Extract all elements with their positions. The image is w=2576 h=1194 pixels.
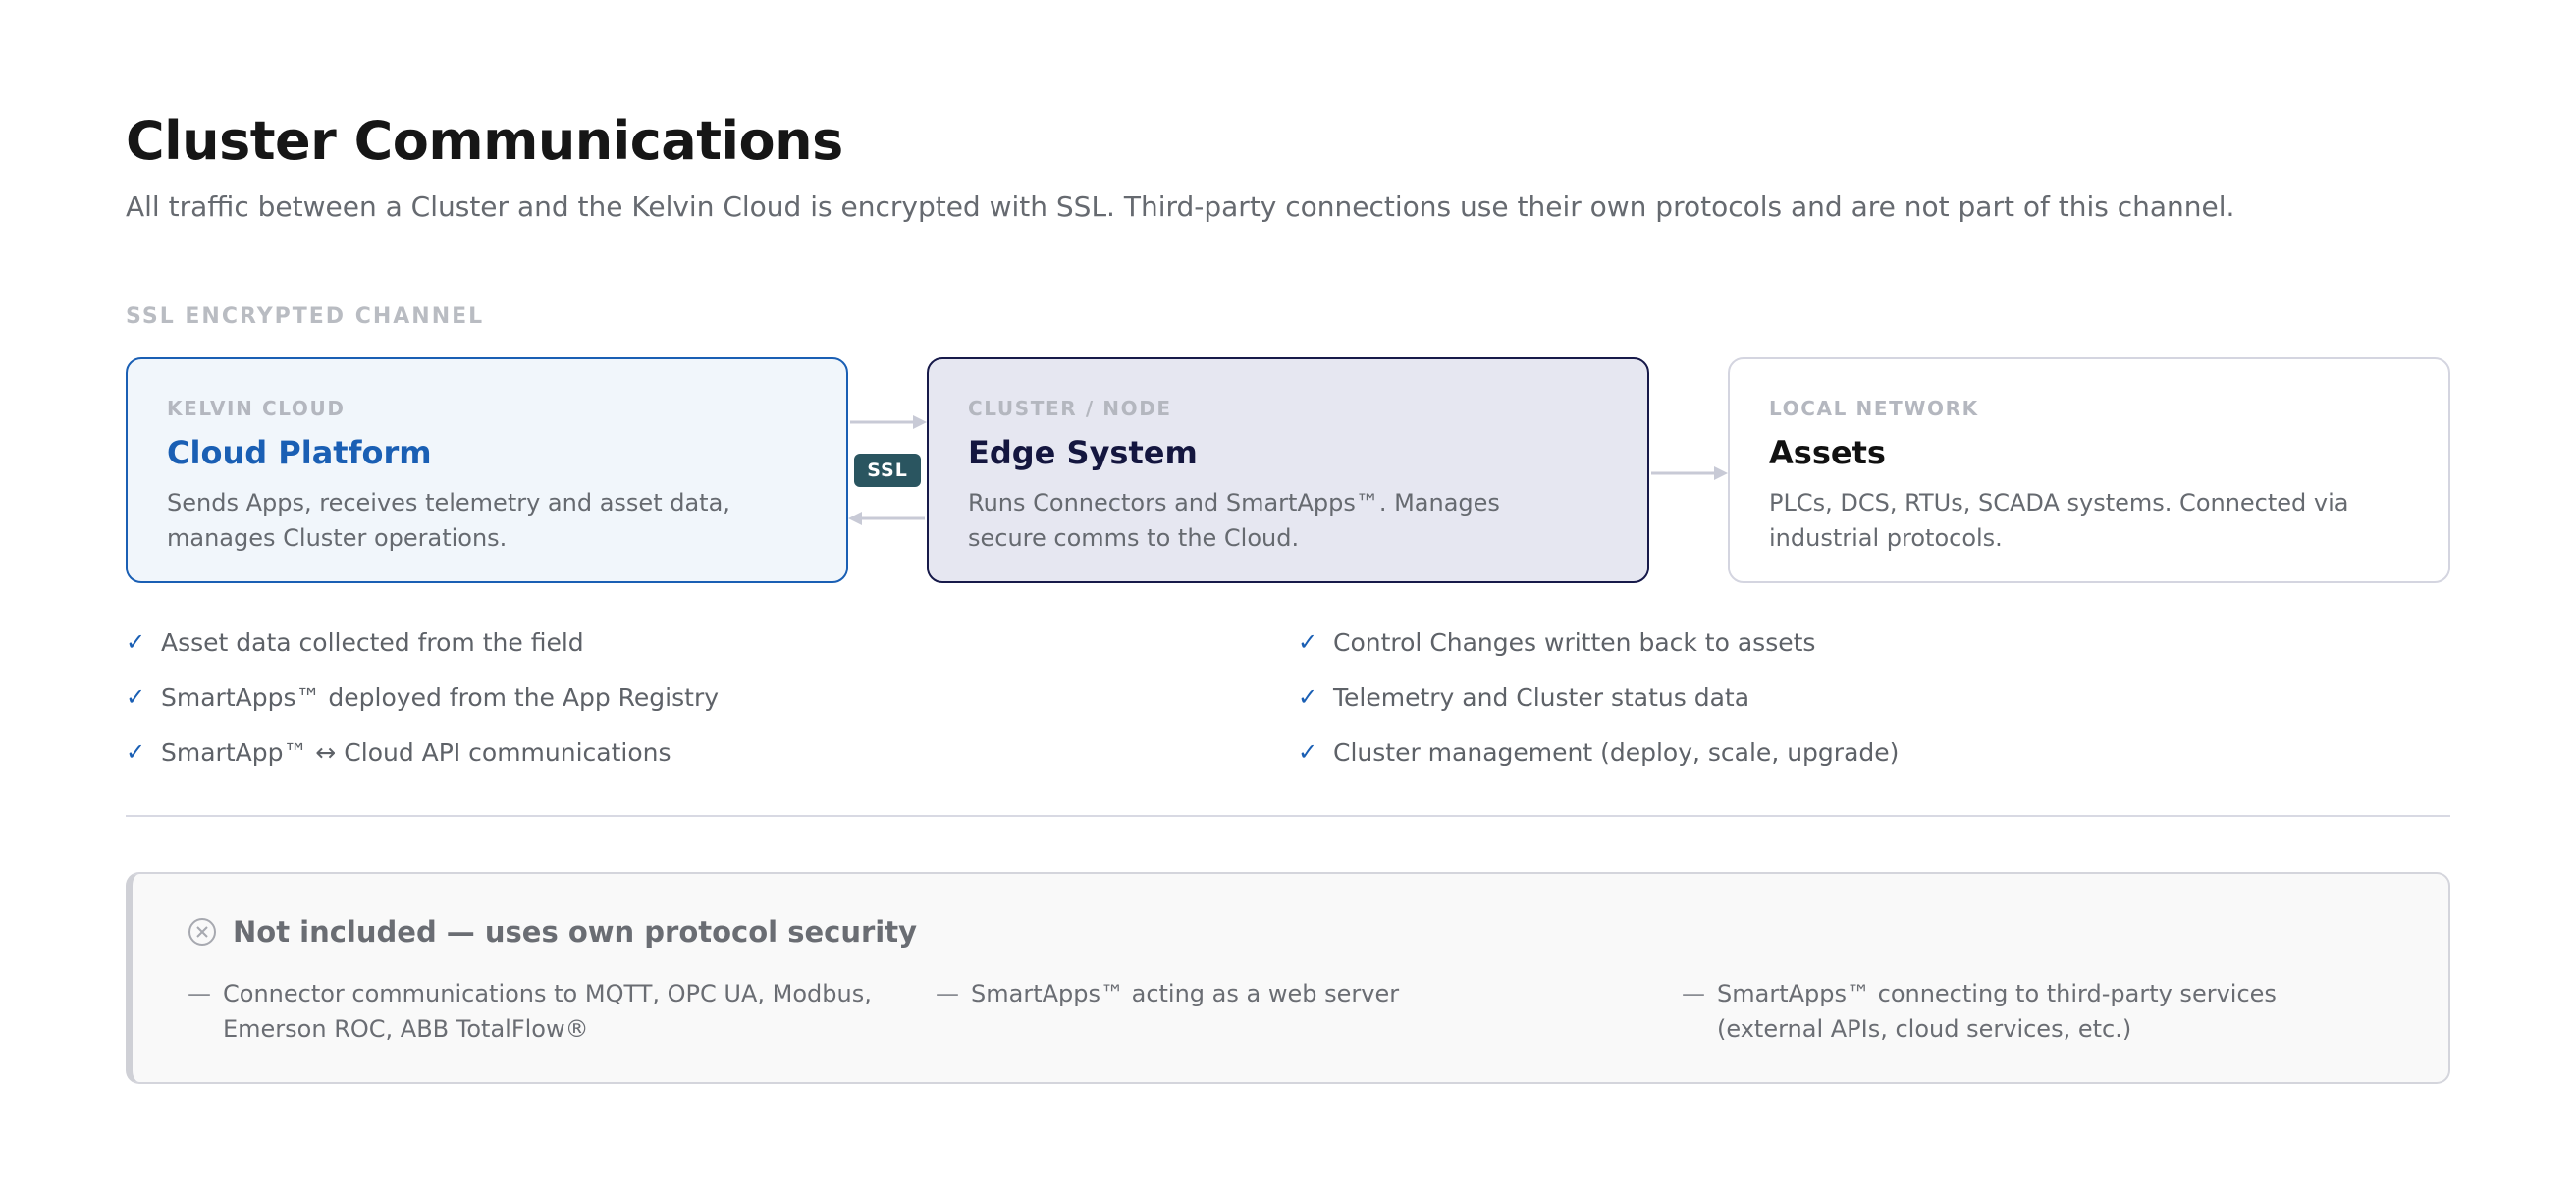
check-icon: ✓ [1298, 683, 1318, 711]
check-icon: ✓ [126, 738, 146, 766]
list-item: ✓ Cluster management (deploy, scale, upgr… [1298, 725, 1899, 780]
node-eyebrow: KELVIN CLOUD [167, 397, 346, 420]
list-item-text: Connector communications to MQTT, OPC UA… [223, 980, 872, 1043]
node-title: Assets [1769, 434, 1886, 471]
list-item-text: SmartApps™ deployed from the App Registr… [161, 682, 720, 712]
list-item-text: SmartApp™ ↔ Cloud API communications [161, 737, 671, 767]
check-icon: ✓ [126, 628, 146, 656]
check-icon: ✓ [1298, 738, 1318, 766]
page-title: Cluster Communications [126, 110, 843, 172]
dash-icon: — [1682, 980, 1705, 1007]
list-item: ✓ Control Changes written back to assets [1298, 615, 1899, 670]
arrowhead-left-icon [848, 512, 862, 525]
node-assets: LOCAL NETWORK Assets PLCs, DCS, RTUs, SC… [1728, 357, 2450, 583]
section-divider [126, 815, 2450, 817]
node-cloud-platform: KELVIN CLOUD Cloud Platform Sends Apps, … [126, 357, 848, 583]
not-included-header: Not included — uses own protocol securit… [188, 915, 917, 949]
circle-x-icon [188, 918, 216, 946]
list-item: ✓ SmartApp™ ↔ Cloud API communications [126, 725, 719, 780]
not-included-title: Not included — uses own protocol securit… [233, 915, 917, 949]
list-item: ✓ SmartApps™ deployed from the App Regist… [126, 670, 719, 725]
node-description: Runs Connectors and SmartApps™. Manages … [968, 489, 1500, 552]
check-icon: ✓ [1298, 628, 1318, 656]
dash-icon: — [188, 980, 211, 1007]
list-item-text: Cluster management (deploy, scale, upgra… [1333, 737, 1900, 767]
node-description: Sends Apps, receives telemetry and asset… [167, 489, 730, 552]
list-item-text: Telemetry and Cluster status data [1333, 682, 1750, 712]
included-list-left: ✓ Asset data collected from the field ✓ Sm… [126, 615, 719, 780]
list-item: — Connector communications to MQTT, OPC … [188, 976, 890, 1047]
list-item-text: Asset data collected from the field [161, 627, 584, 657]
channel-label: SSL ENCRYPTED CHANNEL [126, 304, 485, 329]
assets-connector-arrow [1651, 466, 1728, 480]
list-item-text: SmartApps™ connecting to third-party ser… [1717, 980, 2277, 1043]
list-item-text: SmartApps™ acting as a web server [971, 980, 1400, 1007]
list-item: — SmartApps™ acting as a web server [936, 976, 1638, 1011]
check-icon: ✓ [126, 683, 146, 711]
list-item-text: Control Changes written back to assets [1333, 627, 1816, 657]
not-included-panel: Not included — uses own protocol securit… [126, 872, 2450, 1084]
node-edge-system: CLUSTER / NODE Edge System Runs Connecto… [927, 357, 1649, 583]
dash-icon: — [936, 980, 959, 1007]
list-item: ✓ Telemetry and Cluster status data [1298, 670, 1899, 725]
list-item: ✓ Asset data collected from the field [126, 615, 719, 670]
ssl-badge: SSL [854, 454, 921, 487]
node-description: PLCs, DCS, RTUs, SCADA systems. Connecte… [1769, 489, 2349, 552]
arrowhead-right-icon [913, 415, 927, 429]
page-subtitle: All traffic between a Cluster and the Ke… [126, 190, 2235, 223]
node-title: Cloud Platform [167, 434, 432, 471]
node-title: Edge System [968, 434, 1198, 471]
node-eyebrow: CLUSTER / NODE [968, 397, 1172, 420]
node-eyebrow: LOCAL NETWORK [1769, 397, 1979, 420]
arrowhead-right-icon [1714, 466, 1728, 480]
included-list-right: ✓ Control Changes written back to assets … [1298, 615, 1899, 780]
list-item: — SmartApps™ connecting to third-party s… [1682, 976, 2385, 1047]
